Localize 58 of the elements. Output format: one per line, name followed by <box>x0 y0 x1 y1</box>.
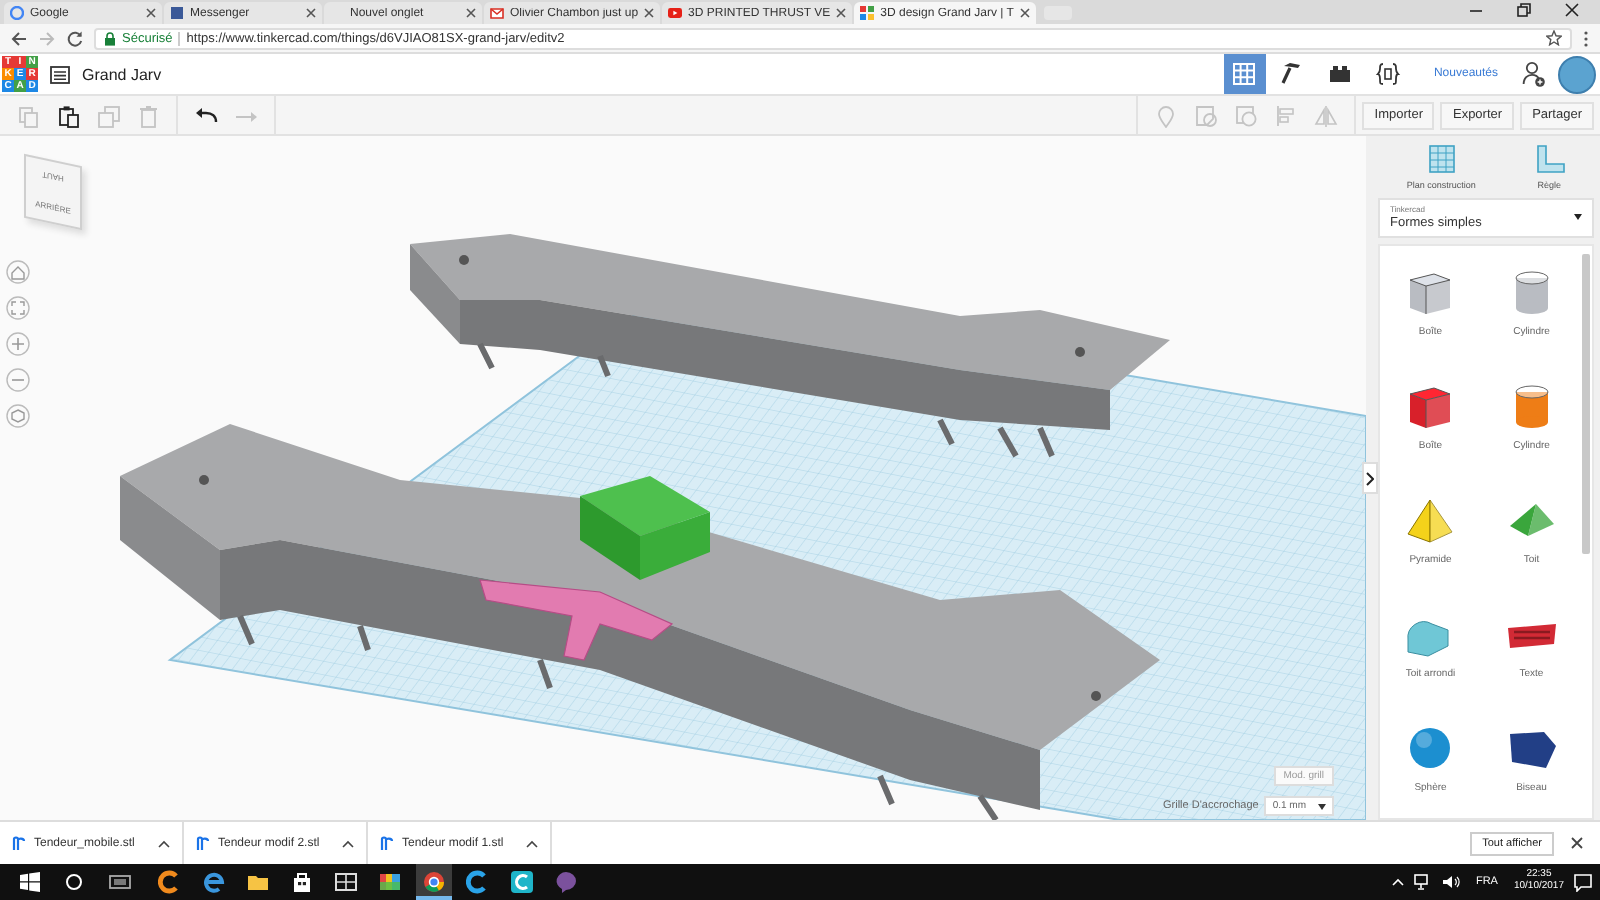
dropdown-caret-icon <box>1574 214 1582 220</box>
c-shape-icon <box>466 870 490 894</box>
facebook-icon <box>170 6 184 20</box>
bag-icon <box>290 870 314 894</box>
collapse-handle[interactable] <box>1362 462 1378 494</box>
caret-up-icon[interactable] <box>342 839 354 847</box>
c-shape-icon <box>510 870 534 894</box>
avatar[interactable] <box>1558 55 1596 93</box>
chevron-icon <box>1366 471 1374 485</box>
windows-icon[interactable] <box>20 872 40 892</box>
file-icon <box>12 835 26 851</box>
orthographic-icon[interactable] <box>6 404 30 428</box>
list-icon[interactable] <box>50 65 70 83</box>
mail-icon <box>490 6 504 20</box>
star-icon[interactable] <box>1546 30 1562 46</box>
brick-icon <box>1326 60 1355 88</box>
close-icon[interactable] <box>1019 8 1030 18</box>
caret-up-icon[interactable] <box>526 839 538 847</box>
restore-icon[interactable] <box>1516 2 1532 18</box>
chrome-icon <box>422 870 446 894</box>
taskbar-app[interactable] <box>416 864 452 900</box>
search-icon[interactable] <box>64 872 84 892</box>
home-icon[interactable] <box>6 260 30 284</box>
close-icon[interactable] <box>1570 836 1584 850</box>
braces-icon <box>1374 60 1403 88</box>
google-icon <box>10 6 24 20</box>
close-icon[interactable] <box>1564 2 1580 18</box>
task-view-icon[interactable] <box>108 872 132 892</box>
add-user-icon[interactable] <box>1522 60 1546 88</box>
dropdown-caret-icon <box>1318 803 1326 809</box>
reload-icon[interactable] <box>66 29 84 47</box>
folder-icon <box>246 870 270 894</box>
clipboard-icon[interactable] <box>56 103 80 127</box>
ruler-icon <box>1533 144 1566 174</box>
grid-logo-icon <box>860 6 875 20</box>
workplane-icon <box>1425 144 1458 174</box>
speaker-icon[interactable] <box>1441 874 1460 890</box>
caret-up-icon[interactable] <box>158 839 170 847</box>
c-shape-icon <box>158 870 182 894</box>
menu-icon[interactable] <box>1582 29 1590 47</box>
chat-bubble-icon <box>554 870 578 894</box>
undo-icon[interactable] <box>194 103 218 127</box>
close-icon[interactable] <box>836 8 847 18</box>
back-arrow-icon[interactable] <box>10 29 28 47</box>
close-icon[interactable] <box>644 8 655 18</box>
play-icon <box>668 6 683 20</box>
close-icon[interactable] <box>466 8 476 18</box>
lock-icon <box>104 31 116 45</box>
palette-icon <box>378 870 402 894</box>
file-icon <box>196 835 210 851</box>
file-icon <box>380 835 394 851</box>
notification-icon[interactable] <box>1574 873 1592 891</box>
grid-icon <box>1230 60 1259 88</box>
e-shape-icon <box>202 870 226 894</box>
network-icon[interactable] <box>1413 874 1432 890</box>
design-title[interactable]: Grand Jarv <box>82 65 162 83</box>
close-icon[interactable] <box>146 8 156 18</box>
close-icon[interactable] <box>306 8 316 18</box>
